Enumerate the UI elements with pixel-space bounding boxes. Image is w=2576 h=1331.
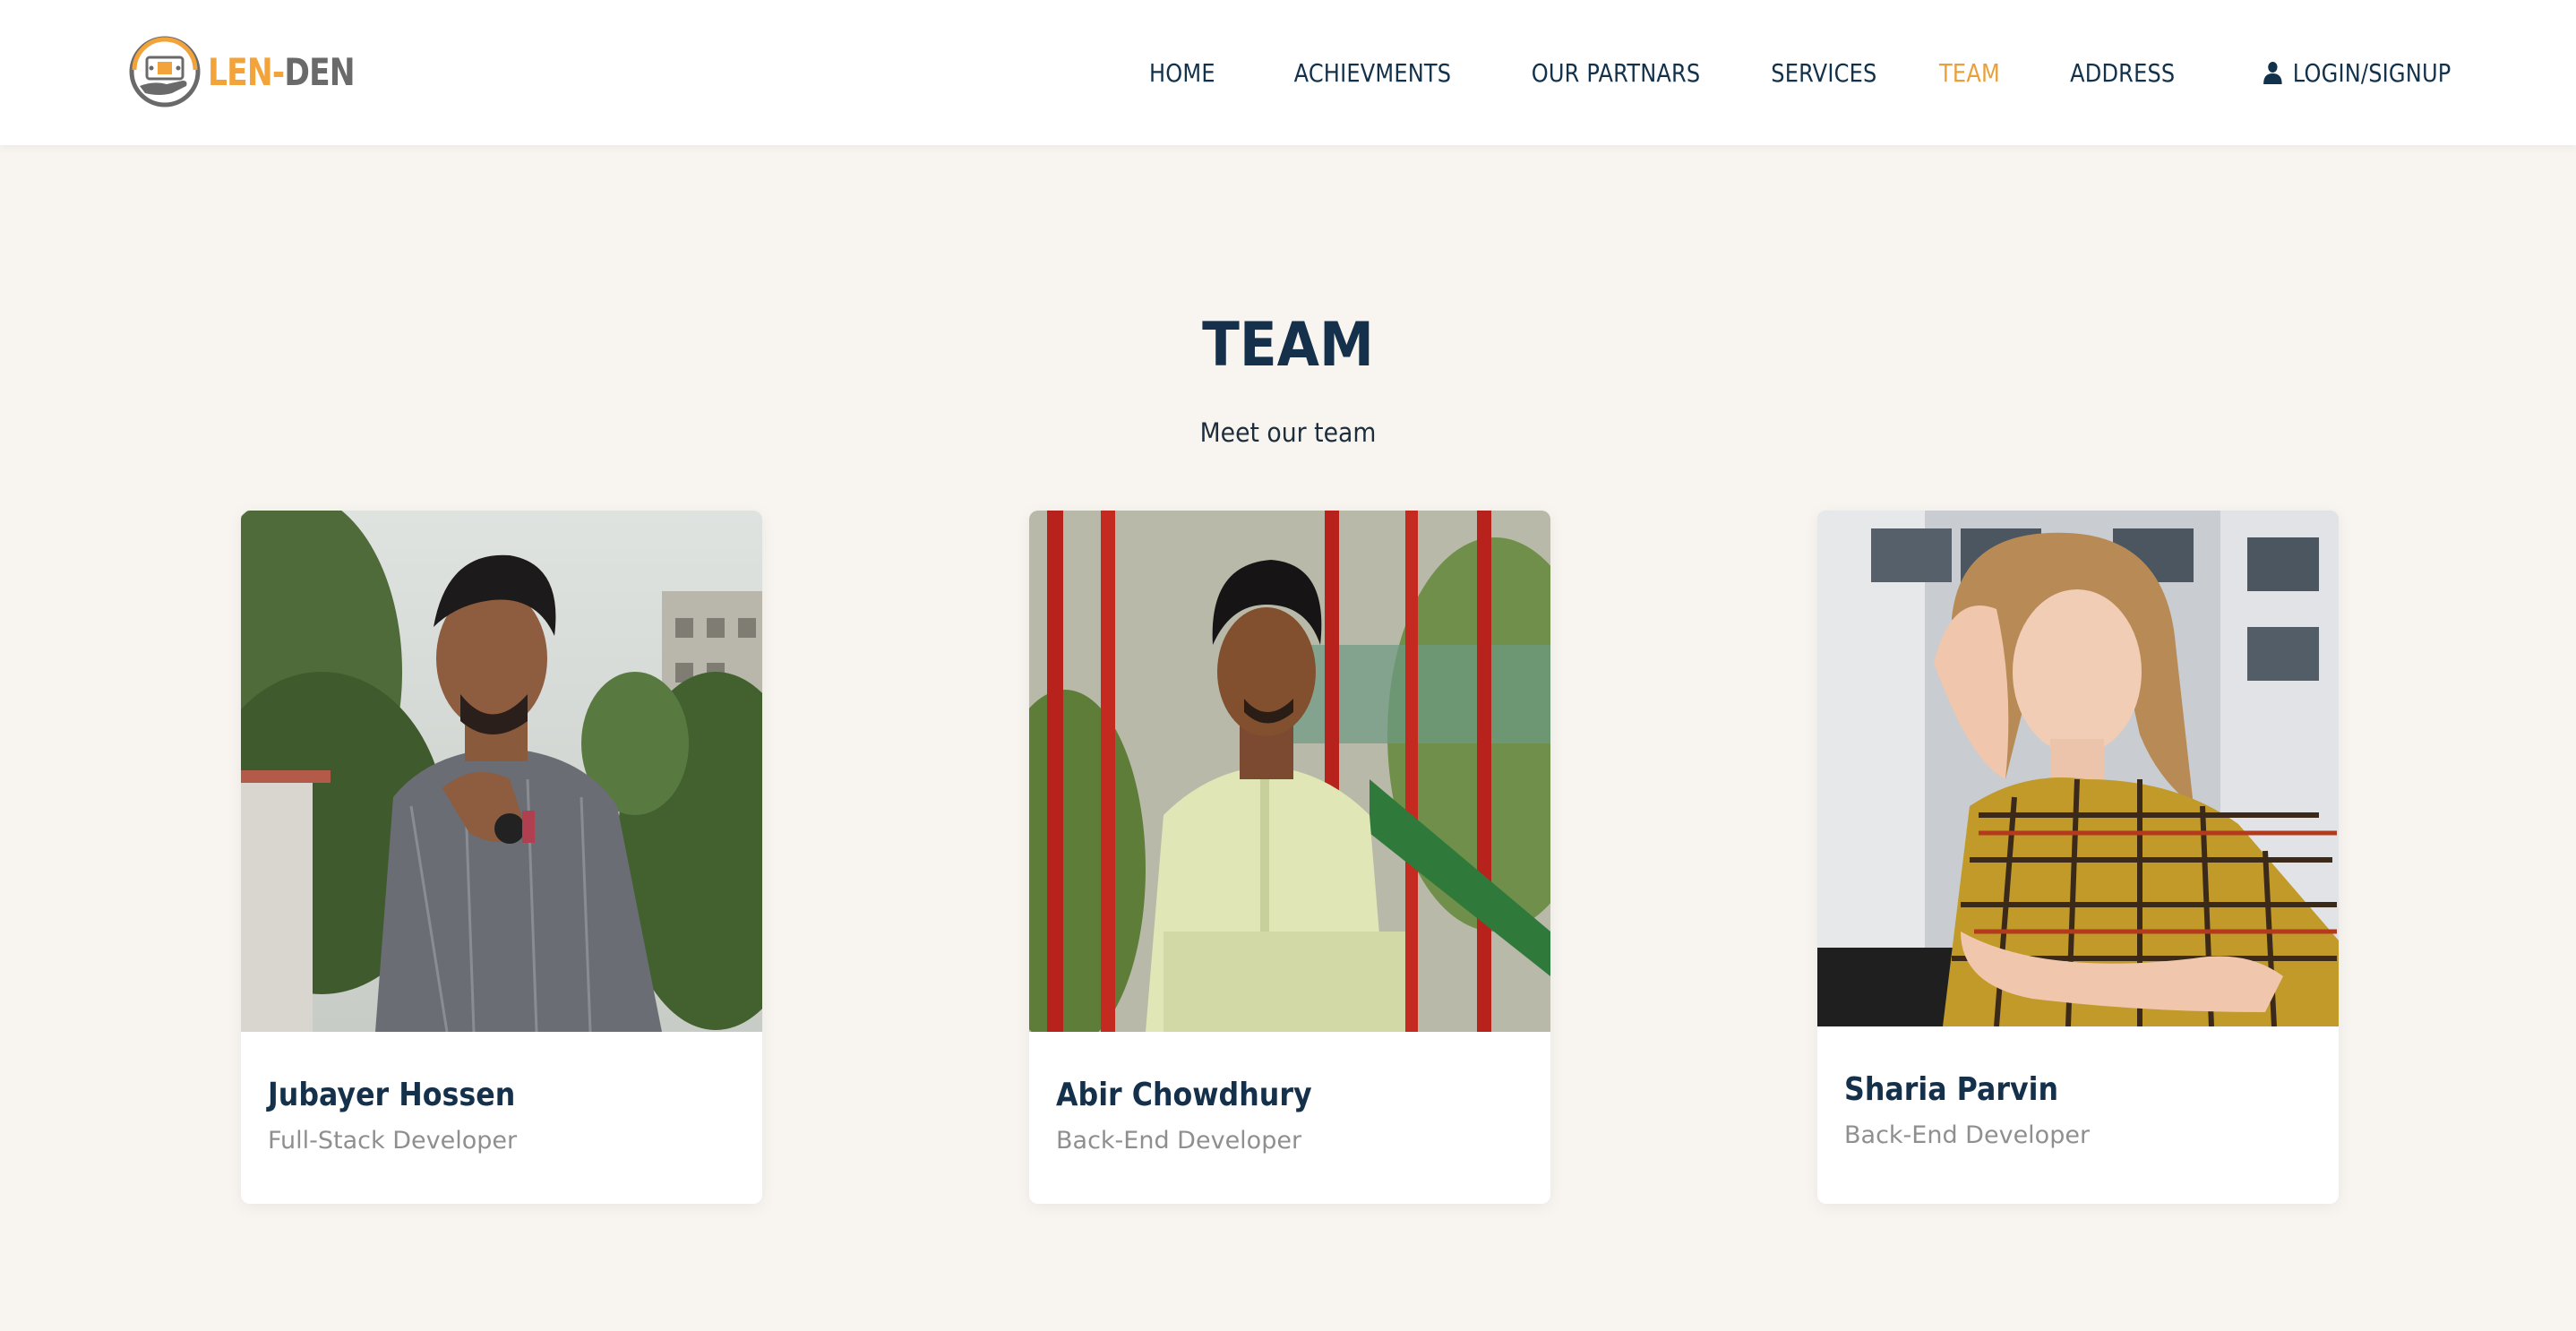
login-signup-label: LOGIN/SIGNUP [2292, 57, 2451, 88]
nav-item-team[interactable]: TEAM [1939, 58, 2000, 88]
nav-item-home[interactable]: HOME [1149, 58, 1215, 88]
nav-item-address[interactable]: ADDRESS [2070, 58, 2175, 88]
logo-wordmark: LEN-DEN [208, 49, 356, 94]
nav-item-achievments[interactable]: ACHIEVMENTS [1294, 58, 1452, 88]
user-icon [2263, 62, 2282, 84]
nav-item-our-partnars[interactable]: OUR PARTNARS [1532, 58, 1701, 88]
team-member-photo [241, 511, 762, 1032]
team-member-name: Sharia Parvin [1844, 1071, 2059, 1108]
logo-text-den: DEN [284, 49, 355, 94]
team-member-name: Abir Chowdhury [1056, 1077, 1312, 1113]
team-member-photo [1817, 511, 2339, 1026]
nav-item-services[interactable]: SERVICES [1771, 58, 1876, 88]
team-card: Sharia Parvin Back-End Developer [1817, 511, 2339, 1204]
team-member-name: Jubayer Hossen [268, 1077, 516, 1113]
logo-icon [129, 36, 201, 107]
section-title: TEAM [1202, 310, 1374, 381]
team-card: Jubayer Hossen Full-Stack Developer [241, 511, 762, 1204]
team-member-role: Full-Stack Developer [268, 1127, 518, 1155]
section-subtitle: Meet our team [1199, 417, 1377, 448]
team-member-role: Back-End Developer [1056, 1127, 1302, 1155]
logo-text-len: LEN- [208, 49, 285, 94]
login-signup-button[interactable]: LOGIN/SIGNUP [2263, 58, 2451, 88]
brand-logo[interactable]: LEN-DEN [127, 34, 387, 109]
team-card: Abir Chowdhury Back-End Developer [1029, 511, 1550, 1204]
main-nav: HOME ACHIEVMENTS OUR PARTNARS SERVICES T… [1086, 0, 2451, 145]
team-member-role: Back-End Developer [1844, 1121, 2091, 1149]
team-member-photo [1029, 511, 1550, 1032]
site-header: LEN-DEN HOME ACHIEVMENTS OUR PARTNARS SE… [0, 0, 2576, 145]
